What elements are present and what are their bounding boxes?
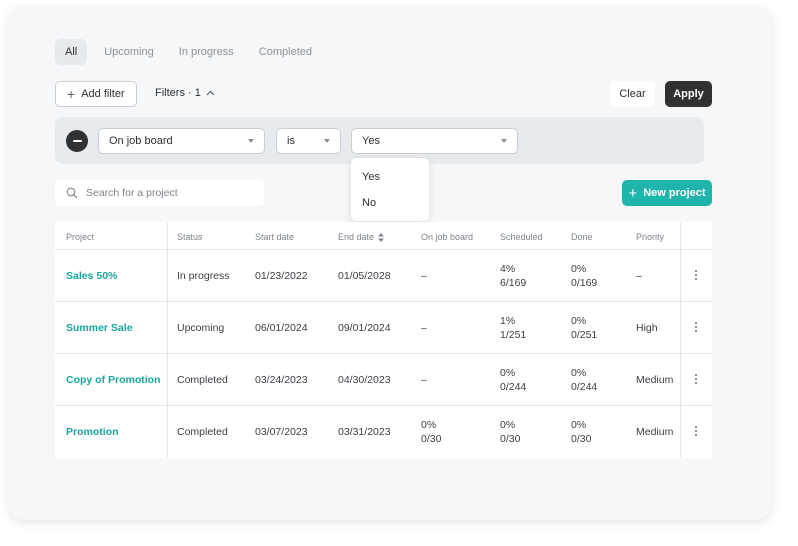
priority-cell: Medium xyxy=(636,374,674,386)
add-filter-label: Add filter xyxy=(81,88,125,100)
table-row[interactable]: Sales 50% In progress 01/23/2022 01/05/2… xyxy=(55,250,712,302)
filter-field-select[interactable]: On job board xyxy=(98,128,265,154)
filter-operator-select[interactable]: is xyxy=(276,128,341,154)
status-cell: Completed xyxy=(177,374,228,386)
project-name-link[interactable]: Copy of Promotion xyxy=(66,374,161,386)
more-options-icon[interactable] xyxy=(695,426,697,436)
dropdown-option-no[interactable]: No xyxy=(362,197,376,209)
apply-button[interactable]: Apply xyxy=(665,81,712,107)
status-cell: In progress xyxy=(177,270,230,282)
table-header: Project Status Start date End date On jo… xyxy=(55,222,712,250)
table-row[interactable]: Summer Sale Upcoming 06/01/2024 09/01/20… xyxy=(55,302,712,354)
col-status[interactable]: Status xyxy=(177,232,203,242)
plus-icon: + xyxy=(628,184,638,202)
project-name-link[interactable]: Promotion xyxy=(66,426,119,438)
dropdown-option-yes[interactable]: Yes xyxy=(362,171,380,183)
scheduled-cell: 4% 6/169 xyxy=(500,263,527,289)
filters-count-label: Filters · 1 xyxy=(155,87,201,99)
tab-all[interactable]: All xyxy=(55,39,88,65)
remove-filter-button[interactable] xyxy=(66,130,88,152)
end-date-cell: 01/05/2028 xyxy=(338,270,391,282)
start-date-cell: 03/07/2023 xyxy=(255,426,308,438)
filter-value-dropdown: Yes No xyxy=(351,158,429,221)
caret-down-icon xyxy=(248,139,254,143)
more-options-icon[interactable] xyxy=(695,270,697,280)
projects-table: Project Status Start date End date On jo… xyxy=(55,222,712,458)
filter-operator-value: is xyxy=(287,135,295,147)
done-cell: 0% 0/169 xyxy=(571,263,598,289)
tab-completed[interactable]: Completed xyxy=(251,39,320,65)
col-on-job-board[interactable]: On job board xyxy=(421,232,473,242)
status-tabs: All Upcoming In progress Completed xyxy=(55,39,329,65)
chevron-up-icon xyxy=(206,90,215,96)
start-date-cell: 01/23/2022 xyxy=(255,270,308,282)
project-name-link[interactable]: Summer Sale xyxy=(66,322,133,334)
priority-cell: Medium xyxy=(636,426,674,438)
done-cell: 0% 0/244 xyxy=(571,367,598,393)
project-name-link[interactable]: Sales 50% xyxy=(66,270,117,282)
end-date-cell: 03/31/2023 xyxy=(338,426,391,438)
job-board-cell: – xyxy=(421,322,427,334)
col-project[interactable]: Project xyxy=(66,232,94,242)
filter-value-selected: Yes xyxy=(362,135,380,147)
col-done[interactable]: Done xyxy=(571,232,593,242)
end-date-cell: 09/01/2024 xyxy=(338,322,391,334)
tab-upcoming[interactable]: Upcoming xyxy=(96,39,162,65)
priority-cell: – xyxy=(636,270,642,282)
table-row[interactable]: Copy of Promotion Completed 03/24/2023 0… xyxy=(55,354,712,406)
job-board-cell: – xyxy=(421,374,427,386)
scheduled-cell: 0% 0/30 xyxy=(500,419,521,445)
plus-icon: + xyxy=(67,86,76,102)
clear-button[interactable]: Clear xyxy=(610,81,655,107)
sort-icon xyxy=(378,232,385,242)
status-cell: Completed xyxy=(177,426,228,438)
col-priority[interactable]: Priority xyxy=(636,232,664,242)
filter-field-value: On job board xyxy=(109,135,173,147)
search-placeholder: Search for a project xyxy=(86,187,178,199)
done-cell: 0% 0/30 xyxy=(571,419,592,445)
minus-icon xyxy=(72,140,82,142)
start-date-cell: 03/24/2023 xyxy=(255,374,308,386)
job-board-cell: 0% 0/30 xyxy=(421,419,442,445)
scheduled-cell: 0% 0/244 xyxy=(500,367,527,393)
more-options-icon[interactable] xyxy=(695,322,697,332)
col-scheduled[interactable]: Scheduled xyxy=(500,232,543,242)
end-date-cell: 04/30/2023 xyxy=(338,374,391,386)
search-icon xyxy=(66,187,78,199)
new-project-label: New project xyxy=(643,187,706,199)
tab-in-progress[interactable]: In progress xyxy=(171,39,242,65)
job-board-cell: – xyxy=(421,270,427,282)
start-date-cell: 06/01/2024 xyxy=(255,322,308,334)
col-start-date[interactable]: Start date xyxy=(255,232,294,242)
search-input[interactable]: Search for a project xyxy=(55,180,264,206)
caret-down-icon xyxy=(324,139,330,143)
done-cell: 0% 0/251 xyxy=(571,315,598,341)
col-end-date[interactable]: End date xyxy=(338,232,385,242)
scheduled-cell: 1% 1/251 xyxy=(500,315,527,341)
caret-down-icon xyxy=(501,139,507,143)
status-cell: Upcoming xyxy=(177,322,225,334)
priority-cell: High xyxy=(636,322,658,334)
filter-value-select[interactable]: Yes xyxy=(351,128,518,154)
new-project-button[interactable]: + New project xyxy=(622,180,712,206)
filters-toggle[interactable]: Filters · 1 xyxy=(155,87,215,99)
table-row[interactable]: Promotion Completed 03/07/2023 03/31/202… xyxy=(55,406,712,458)
more-options-icon[interactable] xyxy=(695,374,697,384)
add-filter-button[interactable]: + Add filter xyxy=(55,81,137,107)
